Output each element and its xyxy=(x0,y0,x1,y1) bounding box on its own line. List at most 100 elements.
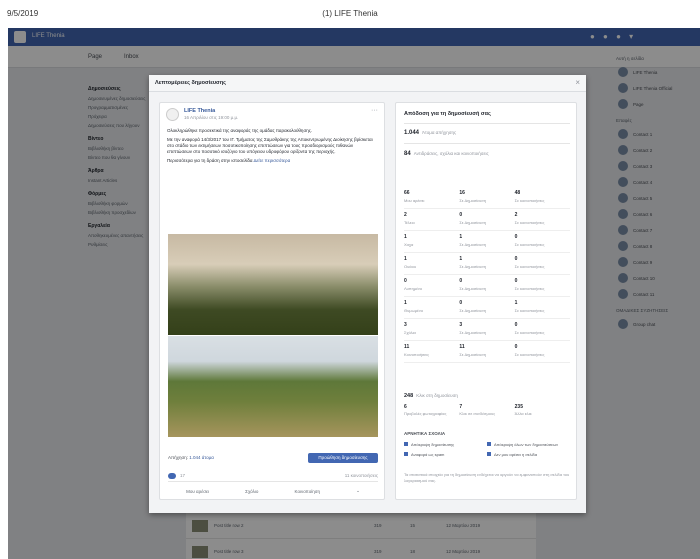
metric-value: 66 xyxy=(404,190,410,196)
comment-button[interactable]: Σχόλιο xyxy=(245,489,258,494)
metric-value: 1 xyxy=(514,300,518,306)
metric-value: 1 xyxy=(404,300,407,306)
negative-label: Αναφορά ως spam xyxy=(411,451,445,457)
metric-value: 1 xyxy=(459,256,463,262)
modal-header: Λεπτομέρειες δημοσίευσης × xyxy=(149,75,586,92)
square-bullet-icon xyxy=(404,452,408,456)
metric-label: Τέλειο xyxy=(404,220,415,225)
metric-label: Κλικ σε συνδέσμους xyxy=(459,411,496,416)
metric-label: Θυμωμένο xyxy=(404,308,424,313)
reach-total-value: 1.044 xyxy=(404,130,420,136)
reaction-row: 11 Κοινοποιήσεις 11 Σε Δημοσίευση 0 Σε κοιν… xyxy=(404,341,570,363)
reaction-row: 1 Ουάου 1 Σε Δημοσίευση 0 Σε κοινοποιήσεις xyxy=(404,253,570,275)
metric-value: 1 xyxy=(404,234,407,240)
post-preview: LIFE Thenia 16 Απριλίου στις 19:00 μ.μ. … xyxy=(159,102,385,500)
metric-value: 7 xyxy=(459,404,463,410)
metric-label: Προβολές φωτογραφίας xyxy=(404,411,447,416)
negative-item[interactable]: Δεν μου αρέσει η σελίδα xyxy=(487,449,570,459)
metric-value: 11 xyxy=(404,344,410,350)
metric-label: Λυπημένο xyxy=(404,286,423,291)
negative-label: Απόκρυψη δημοσίευσης xyxy=(411,441,455,447)
metric-label: Σε Δημοσίευση xyxy=(459,308,486,313)
reaction-row: 1 Χαχα 1 Σε Δημοσίευση 0 Σε κοινοποιήσεις xyxy=(404,231,570,253)
engagement-total-label: Αντιδράσεις, σχόλια και κοινοποιήσεις xyxy=(413,151,489,156)
metric-label: Σε κοινοποιήσεις xyxy=(514,330,545,335)
print-title: (1) LIFE Thenia xyxy=(322,9,378,18)
post-page-name[interactable]: LIFE Thenia xyxy=(184,108,215,114)
metric-value: 2 xyxy=(514,212,518,218)
metric-value: 0 xyxy=(404,278,407,284)
like-button[interactable]: Μου αρέσει xyxy=(186,489,209,494)
reaction-row: 66 Μου αρέσει 16 Σε Δημοσίευση 48 Σε κοινοπ… xyxy=(404,187,570,209)
metric-value: 6 xyxy=(404,404,407,410)
post-text: Ολοκληρώθηκε προσεκτικά της αναφοράς της… xyxy=(167,128,377,164)
page-avatar[interactable] xyxy=(166,108,179,121)
more-options-icon[interactable]: ··· xyxy=(371,107,378,114)
post-performance-panel: Απόδοση για τη δημοσίευσή σας 1.044 Άτομα… xyxy=(395,102,577,500)
reaction-count[interactable]: 17 xyxy=(180,473,185,478)
facebook-window: LIFE Thenia ● ● ● ▾ Page Inbox Δημοσιεύσ… xyxy=(8,28,700,559)
metric-value: 3 xyxy=(459,322,463,328)
metric-value: 0 xyxy=(514,256,518,262)
share-count[interactable]: 11 κοινοποιήσεις xyxy=(345,473,378,478)
metric-value: 1 xyxy=(459,234,463,240)
reach-total-label: Άτομα απήχησης xyxy=(422,130,457,135)
negative-label: Απόκρυψη όλων των δημοσιεύσεων xyxy=(494,441,559,447)
post-paragraph: Με την αναφορά 14/3/2017 του ΙΓ. Τμήματο… xyxy=(167,137,373,154)
reactions-breakdown: 66 Μου αρέσει 16 Σε Δημοσίευση 48 Σε κοινοπ… xyxy=(404,187,570,363)
metric-label: Σε κοινοποιήσεις xyxy=(514,242,545,247)
metric-value: 11 xyxy=(459,344,465,350)
boost-post-button[interactable]: Προώθηση δημοσίευσης xyxy=(308,453,378,463)
negative-feedback-header: ΑΡΝΗΤΙΚΑ ΣΧΟΛΙΑ xyxy=(404,431,446,436)
modal-body: LIFE Thenia 16 Απριλίου στις 19:00 μ.μ. … xyxy=(149,92,586,513)
reaction-row: 1 Θυμωμένο 0 Σε Δημοσίευση 1 Σε κοινοποιήσε… xyxy=(404,297,570,319)
reaction-row: 2 Τέλειο 0 Σε Δημοσίευση 2 Σε κοινοποιήσεις xyxy=(404,209,570,231)
metric-label: Σε κοινοποιήσεις xyxy=(514,308,545,313)
reach-label: Απήχηση: xyxy=(168,455,189,460)
metric-label: Σε Δημοσίευση xyxy=(459,286,486,291)
close-icon[interactable]: × xyxy=(575,78,580,87)
metric-value: 0 xyxy=(514,322,518,328)
metric-label: Κοινοποιήσεις xyxy=(404,352,430,357)
reach-value[interactable]: 1.044 άτομα xyxy=(189,455,214,460)
engagement-total-value: 84 xyxy=(404,151,411,157)
clicks-total-value: 248 xyxy=(404,393,414,399)
metric-value: 0 xyxy=(514,234,518,240)
reach-total: 1.044 Άτομα απήχησης xyxy=(404,130,456,136)
chevron-down-icon[interactable]: ⌄ xyxy=(356,488,360,494)
negative-item[interactable]: Απόκρυψη όλων των δημοσιεύσεων xyxy=(487,439,570,449)
metric-label: Μου αρέσει xyxy=(404,198,425,203)
reaction-row: 0 Λυπημένο 0 Σε Δημοσίευση 0 Σε κοινοποιήσε… xyxy=(404,275,570,297)
post-photo-landscape[interactable] xyxy=(168,234,378,335)
square-bullet-icon xyxy=(404,442,408,446)
metric-label: Χαχα xyxy=(404,242,414,247)
engagement-total: 84 Αντιδράσεις, σχόλια και κοινοποιήσεις xyxy=(404,151,489,157)
metric-label: Σε Δημοσίευση xyxy=(459,352,486,357)
negative-item[interactable]: Απόκρυψη δημοσίευσης xyxy=(404,439,487,449)
metric-value: 1 xyxy=(404,256,407,262)
metric-label: Σε κοινοποιήσεις xyxy=(514,286,545,291)
modal-title: Λεπτομέρειες δημοσίευσης xyxy=(155,80,227,86)
reaction-summary: 17 11 κοινοποιήσεις xyxy=(168,472,378,482)
like-icon xyxy=(168,473,176,479)
metric-value: 2 xyxy=(404,212,407,218)
metric-label: Σε Δημοσίευση xyxy=(459,264,486,269)
post-date[interactable]: 16 Απριλίου στις 19:00 μ.μ. xyxy=(184,115,238,120)
clicks-total-label: Κλικ στη δημοσίευση xyxy=(416,393,458,398)
post-reach-row: Απήχηση: 1.044 άτομα Προώθηση δημοσίευση… xyxy=(168,453,378,465)
share-button[interactable]: Κοινοποίηση xyxy=(295,489,320,494)
square-bullet-icon xyxy=(487,452,491,456)
metric-label: Σε κοινοποιήσεις xyxy=(514,198,545,203)
negative-item[interactable]: Αναφορά ως spam xyxy=(404,449,487,459)
metric-value: 48 xyxy=(514,190,521,196)
metric-label: Άλλα κλικ xyxy=(514,411,532,416)
post-photo-olive-trees[interactable] xyxy=(168,336,378,437)
metric-value: 3 xyxy=(404,322,407,328)
see-more-link[interactable]: Δείτε περισσότερα xyxy=(254,158,291,163)
metric-label: Σε κοινοποιήσεις xyxy=(514,352,545,357)
metric-value: 16 xyxy=(459,190,465,196)
post-paragraph: Περισσότερα για τη δράση στην ιστοσελίδα xyxy=(167,158,253,163)
metric-value: 0 xyxy=(514,344,518,350)
metric-value: 0 xyxy=(459,300,463,306)
metric-value: 0 xyxy=(459,278,463,284)
